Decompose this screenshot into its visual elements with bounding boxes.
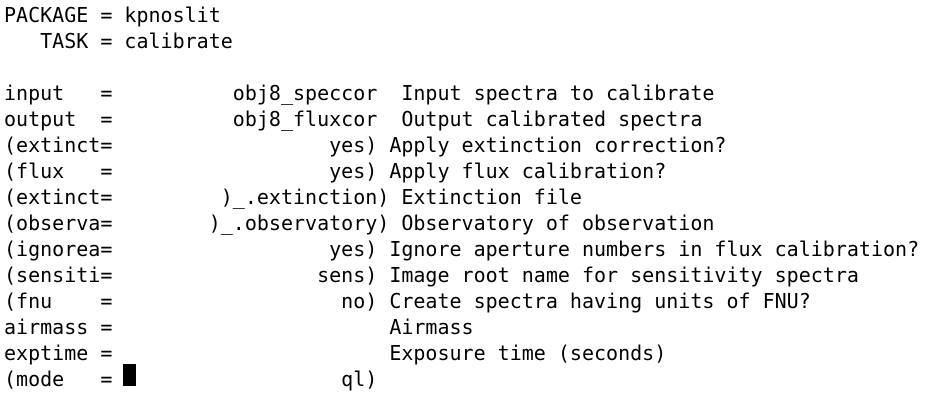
param-extinct-file: (extinct= )_.extinction) Extinction file: [4, 185, 582, 209]
package-line: PACKAGE = kpnoslit: [4, 3, 221, 27]
param-mode[interactable]: (mode = ql): [4, 366, 377, 392]
param-fnu: (fnu = no) Create spectra having units o…: [4, 289, 811, 313]
terminal-window: PACKAGE = kpnoslit TASK = calibrate inpu…: [0, 0, 928, 408]
param-flux: (flux = yes) Apply flux calibration?: [4, 159, 667, 183]
param-ignoreaps: (ignorea= yes) Ignore aperture numbers i…: [4, 237, 920, 261]
param-airmass[interactable]: airmass = Airmass: [4, 314, 474, 340]
param-input: input = obj8_speccor Input spectra to ca…: [4, 81, 715, 105]
task-line: TASK = calibrate: [4, 29, 233, 53]
param-sensitivity: (sensiti= sens) Image root name for sens…: [4, 263, 859, 287]
param-observatory: (observa= )_.observatory) Observatory of…: [4, 211, 715, 235]
param-output: output = obj8_fluxcor Output calibrated …: [4, 107, 703, 131]
param-extinct-flag: (extinct= yes) Apply extinction correcti…: [4, 133, 727, 157]
text-cursor: [123, 364, 136, 386]
param-exptime[interactable]: exptime = Exposure time (seconds): [4, 340, 666, 366]
